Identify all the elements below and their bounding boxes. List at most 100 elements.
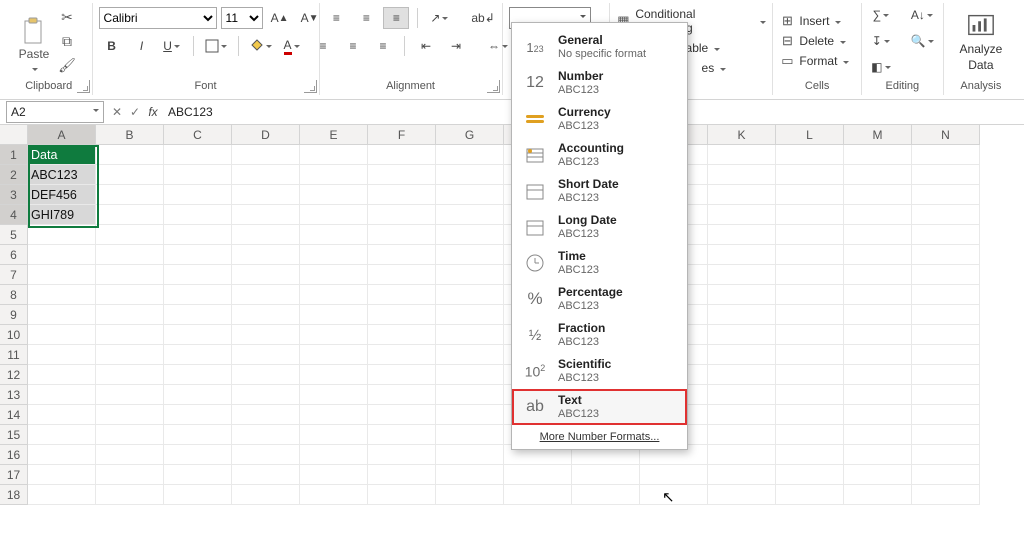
align-top-icon[interactable]: ≡ (323, 7, 349, 29)
cell[interactable] (164, 265, 232, 285)
column-header[interactable]: A (28, 125, 96, 145)
column-header[interactable]: L (776, 125, 844, 145)
cell[interactable] (96, 285, 164, 305)
cell[interactable] (300, 385, 368, 405)
row-header[interactable]: 13 (0, 385, 28, 405)
cell[interactable] (300, 445, 368, 465)
cell[interactable] (28, 325, 96, 345)
cell[interactable] (776, 345, 844, 365)
increase-font-icon[interactable]: A▲ (267, 7, 293, 29)
cell[interactable] (708, 165, 776, 185)
underline-button[interactable]: U (159, 35, 185, 57)
cell[interactable] (232, 265, 300, 285)
cell[interactable] (300, 425, 368, 445)
cell[interactable] (164, 485, 232, 505)
cell[interactable]: DEF456 (28, 185, 96, 205)
cell[interactable] (232, 245, 300, 265)
cell[interactable] (28, 365, 96, 385)
cell[interactable] (164, 365, 232, 385)
cell[interactable] (96, 345, 164, 365)
cell[interactable] (844, 405, 912, 425)
row-header[interactable]: 12 (0, 365, 28, 385)
format-cells-button[interactable]: ▭Format (779, 53, 849, 69)
cell[interactable] (436, 165, 504, 185)
cell[interactable] (368, 365, 436, 385)
cell[interactable] (776, 205, 844, 225)
cell[interactable] (164, 285, 232, 305)
cell[interactable] (844, 305, 912, 325)
cell[interactable] (232, 145, 300, 165)
delete-cells-button[interactable]: ⊟Delete (779, 33, 849, 49)
number-format-general[interactable]: 123GeneralNo specific format (512, 29, 687, 65)
cell[interactable] (232, 165, 300, 185)
cell[interactable] (28, 485, 96, 505)
cell[interactable] (300, 465, 368, 485)
cell[interactable] (708, 445, 776, 465)
decrease-indent-icon[interactable]: ⇤ (413, 35, 439, 57)
align-bottom-icon[interactable]: ≡ (383, 7, 409, 29)
cell[interactable] (96, 405, 164, 425)
cell[interactable] (164, 225, 232, 245)
cell[interactable] (912, 225, 980, 245)
cell[interactable] (708, 185, 776, 205)
row-header[interactable]: 1 (0, 145, 28, 165)
cell[interactable] (708, 485, 776, 505)
cell[interactable] (300, 265, 368, 285)
cell[interactable] (368, 165, 436, 185)
cell[interactable] (776, 145, 844, 165)
cell[interactable] (776, 165, 844, 185)
name-box[interactable]: A2 (6, 101, 104, 123)
cell[interactable] (912, 145, 980, 165)
row-header[interactable]: 2 (0, 165, 28, 185)
cell[interactable] (844, 185, 912, 205)
row-header[interactable]: 16 (0, 445, 28, 465)
cell[interactable] (776, 185, 844, 205)
italic-button[interactable]: I (129, 35, 155, 57)
cell[interactable] (912, 165, 980, 185)
cell[interactable] (300, 205, 368, 225)
cell[interactable] (164, 245, 232, 265)
cell[interactable] (164, 145, 232, 165)
cell[interactable] (844, 365, 912, 385)
cell[interactable] (232, 365, 300, 385)
cell[interactable] (232, 445, 300, 465)
orientation-icon[interactable]: ↗ (426, 7, 452, 29)
cell[interactable] (232, 305, 300, 325)
cell[interactable] (28, 405, 96, 425)
cell[interactable] (232, 285, 300, 305)
row-header[interactable]: 7 (0, 265, 28, 285)
cell[interactable] (436, 425, 504, 445)
cell[interactable] (844, 345, 912, 365)
cell[interactable] (28, 425, 96, 445)
cell[interactable] (300, 145, 368, 165)
cell[interactable] (28, 285, 96, 305)
cell[interactable] (776, 465, 844, 485)
cell[interactable] (232, 485, 300, 505)
cell[interactable] (96, 385, 164, 405)
cell[interactable] (572, 465, 640, 485)
insert-cells-button[interactable]: ⊞Insert (779, 13, 849, 29)
cell[interactable] (368, 305, 436, 325)
format-painter-icon[interactable]: 🖌 (58, 56, 76, 74)
row-header[interactable]: 18 (0, 485, 28, 505)
cell[interactable] (912, 325, 980, 345)
cell[interactable] (300, 225, 368, 245)
cell[interactable] (844, 225, 912, 245)
cell[interactable] (436, 245, 504, 265)
cell[interactable] (436, 285, 504, 305)
cell[interactable] (300, 365, 368, 385)
cell[interactable] (912, 365, 980, 385)
cell[interactable] (912, 485, 980, 505)
row-header[interactable]: 15 (0, 425, 28, 445)
analyze-data-button[interactable]: Analyze Data (960, 10, 1003, 72)
cell[interactable] (232, 425, 300, 445)
sort-filter-button[interactable]: A↓ (908, 4, 936, 26)
cell[interactable] (300, 245, 368, 265)
cell[interactable] (912, 385, 980, 405)
cell[interactable] (368, 325, 436, 345)
cell[interactable] (164, 305, 232, 325)
cell[interactable] (708, 205, 776, 225)
cell[interactable] (96, 465, 164, 485)
cell[interactable] (96, 265, 164, 285)
column-header[interactable]: E (300, 125, 368, 145)
